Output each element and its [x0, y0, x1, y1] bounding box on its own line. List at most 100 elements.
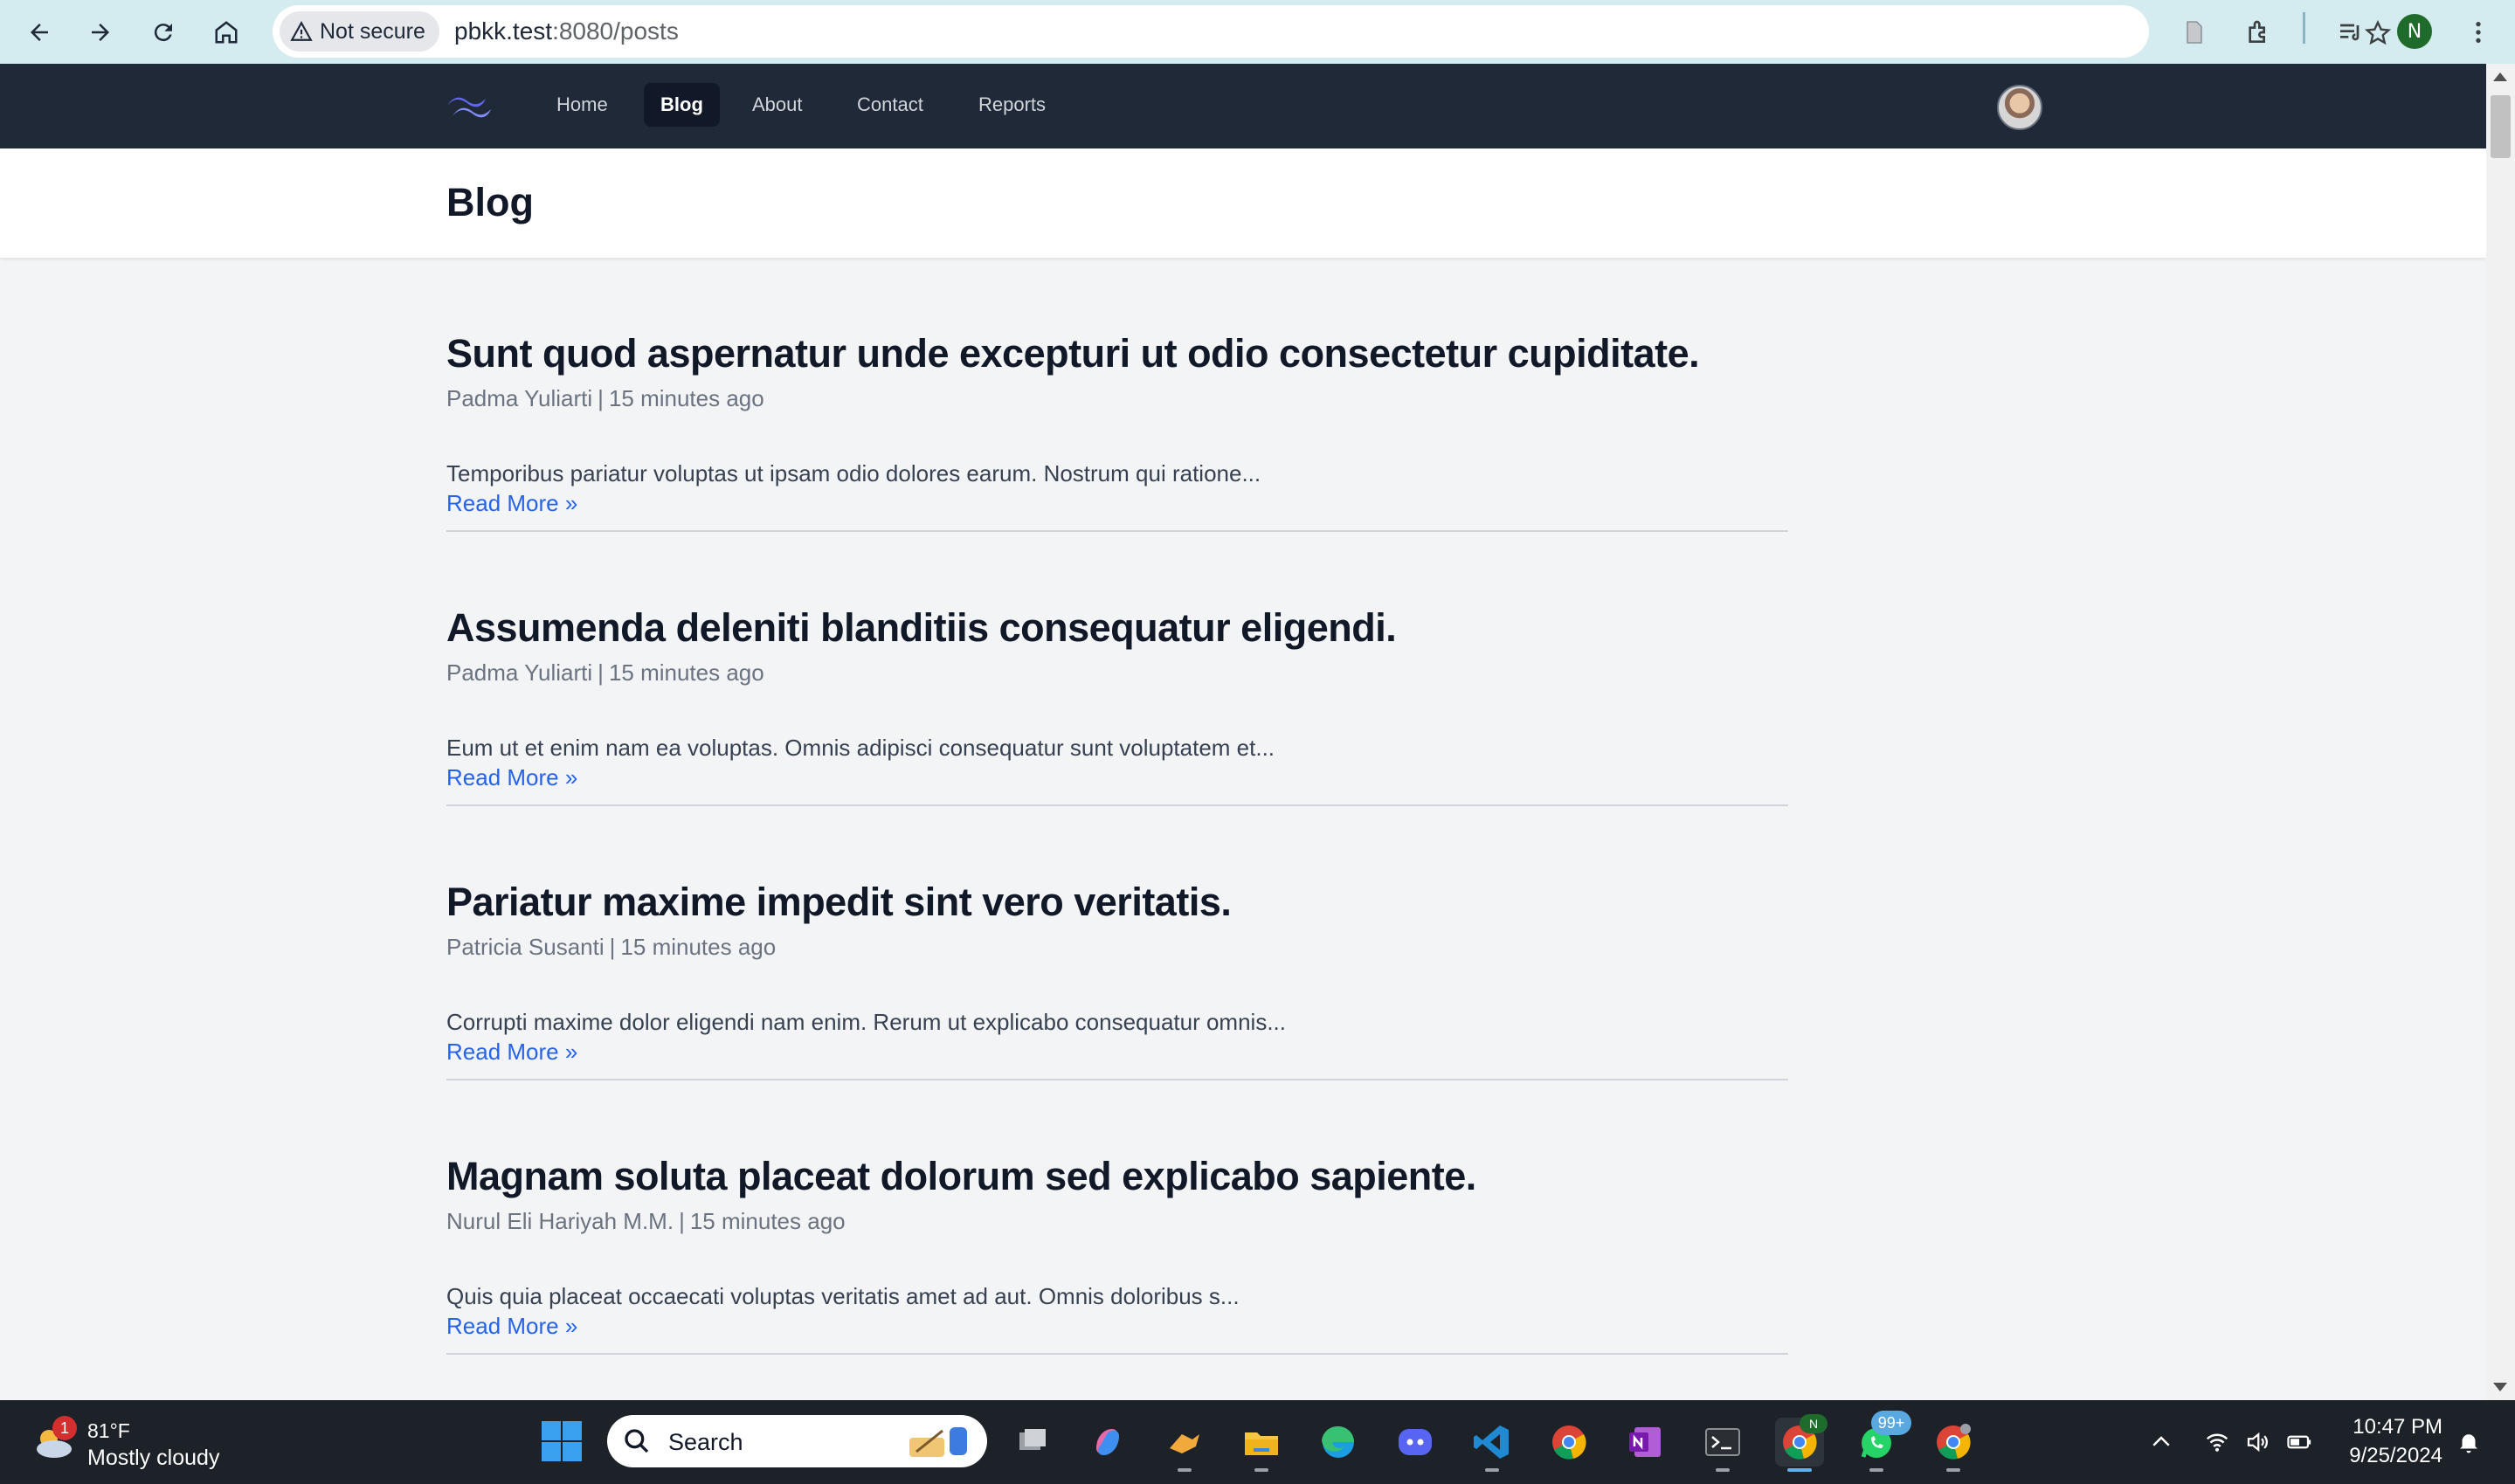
weather-description: Mostly cloudy [87, 1446, 220, 1470]
meta-separator: | [679, 1208, 685, 1234]
reload-icon[interactable] [142, 10, 185, 54]
post-meta: Nurul Eli Hariyah M.M. | 15 minutes ago [446, 1208, 846, 1235]
task-view-icon[interactable] [1008, 1418, 1057, 1467]
read-more-link[interactable]: Read More » [446, 764, 577, 791]
wifi-icon[interactable] [2201, 1426, 2233, 1458]
nav-about[interactable]: About [736, 83, 819, 127]
running-indicator [1485, 1468, 1499, 1472]
search-icon [625, 1429, 649, 1453]
address-bar[interactable]: Not secure pbkk.test:8080/posts [273, 5, 2392, 58]
running-indicator [1716, 1468, 1730, 1472]
whatsapp-icon[interactable]: 99+ [1852, 1411, 1911, 1472]
chevron-up-icon[interactable] [2145, 1426, 2177, 1458]
search-highlight-icon [909, 1427, 967, 1457]
discord-icon[interactable] [1391, 1418, 1440, 1467]
toolbar-divider [2303, 12, 2305, 44]
weather-temperature: 81°F [87, 1419, 130, 1442]
meta-separator: | [598, 385, 604, 411]
taskbar-search[interactable]: Search [607, 1415, 987, 1467]
battery-icon[interactable] [2284, 1426, 2315, 1458]
post-author[interactable]: Patricia Susanti [446, 934, 605, 960]
vscode-icon[interactable] [1468, 1418, 1517, 1472]
post-title[interactable]: Magnam soluta placeat dolorum sed explic… [446, 1154, 1476, 1199]
home-icon[interactable] [204, 10, 248, 54]
profile-avatar[interactable]: N [2397, 14, 2432, 49]
clock-date: 9/25/2024 [2349, 1444, 2442, 1467]
notification-bell-icon[interactable] [2453, 1426, 2484, 1458]
running-indicator [1869, 1468, 1883, 1472]
more-menu-icon[interactable] [2460, 14, 2497, 51]
whatsapp-unread-badge: 99+ [1871, 1411, 1911, 1435]
chrome-profile-icon[interactable]: N [1775, 1414, 1828, 1472]
post-meta: Padma Yuliarti | 15 minutes ago [446, 659, 764, 687]
running-indicator [1178, 1468, 1192, 1472]
post-author[interactable]: Padma Yuliarti [446, 659, 592, 686]
browser-toolbar: Not secure pbkk.test:8080/posts N [0, 0, 2515, 64]
post-excerpt: Temporibus pariatur voluptas ut ipsam od… [446, 460, 1261, 487]
post-excerpt: Eum ut et enim nam ea voluptas. Omnis ad… [446, 735, 1275, 761]
nav-home[interactable]: Home [540, 83, 625, 127]
nav-contact[interactable]: Contact [840, 83, 940, 127]
running-indicator [1787, 1468, 1812, 1472]
post-title[interactable]: Sunt quod aspernatur unde excepturi ut o… [446, 331, 1700, 376]
chrome-profile-badge: N [1800, 1414, 1828, 1433]
system-clock[interactable]: 10:47 PM 9/25/2024 [2338, 1412, 2442, 1470]
scroll-up-icon[interactable] [2493, 72, 2507, 81]
logo-icon[interactable] [444, 90, 496, 125]
site-navbar: Home Blog About Contact Reports [0, 64, 2486, 148]
post-meta: Padma Yuliarti | 15 minutes ago [446, 385, 764, 412]
user-avatar[interactable] [1997, 85, 2042, 130]
search-placeholder: Search [668, 1429, 743, 1455]
security-chip[interactable]: Not secure [280, 11, 439, 52]
file-explorer-icon[interactable] [1237, 1418, 1286, 1472]
read-more-link[interactable]: Read More » [446, 1313, 577, 1340]
scroll-down-icon[interactable] [2493, 1383, 2507, 1391]
clock-time: 10:47 PM [2353, 1415, 2442, 1439]
post-title[interactable]: Pariatur maxime impedit sint vero verita… [446, 880, 1232, 925]
security-label: Not secure [320, 18, 425, 44]
windows-start-icon[interactable] [540, 1419, 584, 1463]
document-icon[interactable] [2176, 14, 2213, 51]
page-scrollbar[interactable] [2486, 64, 2515, 1400]
forward-icon[interactable] [79, 10, 122, 54]
post-author[interactable]: Nurul Eli Hariyah M.M. [446, 1208, 674, 1234]
post-item: Sunt quod aspernatur unde excepturi ut o… [446, 258, 1788, 532]
back-icon[interactable] [17, 10, 61, 54]
url-host: pbkk.test [454, 17, 553, 45]
meta-separator: | [609, 934, 616, 960]
post-meta: Patricia Susanti | 15 minutes ago [446, 934, 776, 961]
read-more-link[interactable]: Read More » [446, 1039, 577, 1066]
read-more-link[interactable]: Read More » [446, 490, 577, 517]
nav-blog[interactable]: Blog [644, 83, 720, 127]
post-item: Assumenda deleniti blanditiis consequatu… [446, 532, 1788, 806]
terminal-icon[interactable] [1698, 1418, 1747, 1472]
post-list: Sunt quod aspernatur unde excepturi ut o… [446, 258, 1788, 1355]
warning-icon [290, 21, 313, 41]
post-item: Pariatur maxime impedit sint vero verita… [446, 806, 1788, 1080]
app-bird-icon[interactable] [1160, 1418, 1209, 1472]
running-indicator [1946, 1468, 1960, 1472]
weather-widget[interactable]: 1 81°F Mostly cloudy [26, 1416, 236, 1472]
taskbar: 1 81°F Mostly cloudy Search N 99+ 10:47 … [0, 1400, 2515, 1484]
page-header: Blog [0, 148, 2486, 258]
post-title[interactable]: Assumenda deleniti blanditiis consequatu… [446, 605, 1397, 651]
media-control-icon[interactable] [2332, 14, 2369, 51]
post-item: Magnam soluta placeat dolorum sed explic… [446, 1080, 1788, 1355]
chrome-icon[interactable] [1544, 1418, 1593, 1467]
weather-alert-badge: 1 [52, 1416, 77, 1440]
extensions-icon[interactable] [2240, 14, 2277, 51]
volume-icon[interactable] [2242, 1426, 2273, 1458]
chrome-dev-icon[interactable] [1929, 1418, 1978, 1472]
nav-reports[interactable]: Reports [962, 83, 1062, 127]
post-time: 15 minutes ago [620, 934, 777, 960]
post-excerpt: Corrupti maxime dolor eligendi nam enim.… [446, 1009, 1286, 1035]
edge-icon[interactable] [1314, 1418, 1363, 1467]
post-author[interactable]: Padma Yuliarti [446, 385, 592, 411]
url-text[interactable]: pbkk.test:8080/posts [454, 17, 679, 45]
post-time: 15 minutes ago [608, 659, 764, 686]
post-excerpt: Quis quia placeat occaecati voluptas ver… [446, 1283, 1240, 1309]
onenote-icon[interactable] [1621, 1418, 1670, 1467]
running-indicator [1254, 1468, 1268, 1472]
scroll-thumb[interactable] [2491, 95, 2511, 158]
copilot-icon[interactable] [1083, 1418, 1132, 1467]
